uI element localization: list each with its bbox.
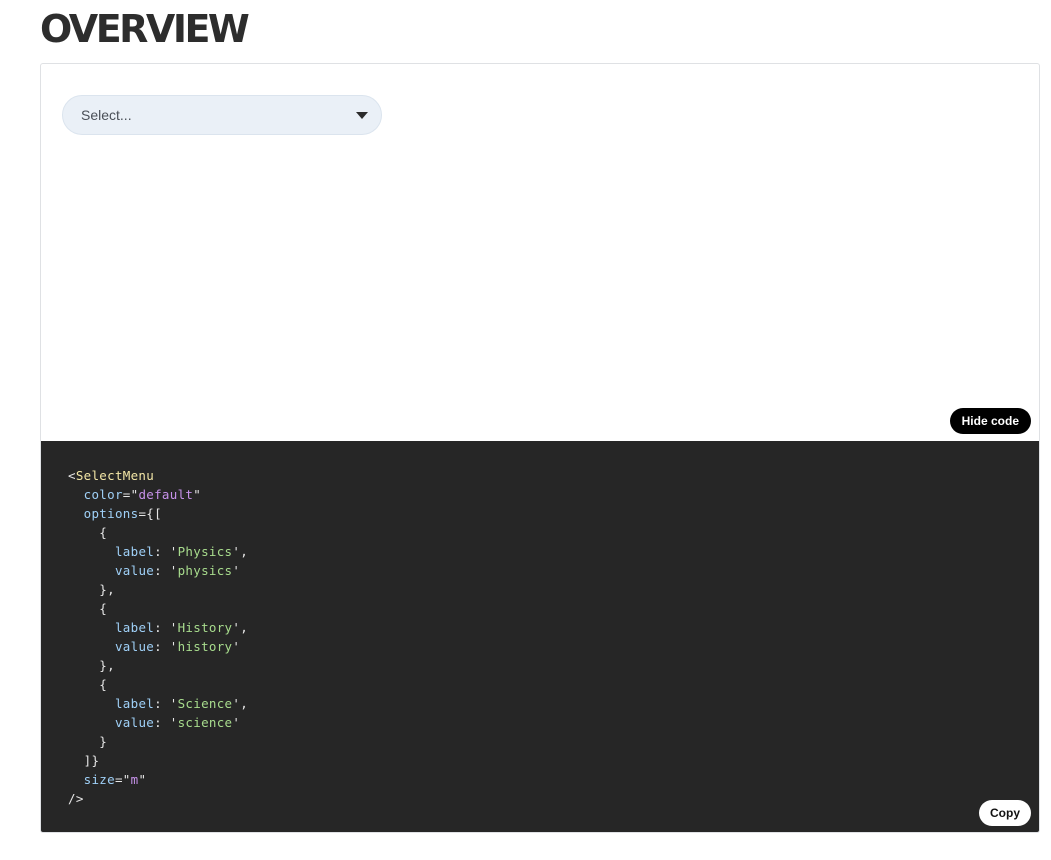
- code-string: history: [177, 639, 233, 654]
- code-component-name: SelectMenu: [75, 468, 155, 483]
- copy-code-button[interactable]: Copy: [979, 800, 1031, 826]
- select-menu[interactable]: Select...: [62, 95, 382, 135]
- code-string: History: [177, 620, 233, 635]
- code-string: physics: [177, 563, 233, 578]
- code-key: label: [114, 696, 155, 711]
- code-key: label: [114, 620, 155, 635]
- code-string: Physics: [177, 544, 233, 559]
- select-placeholder: Select...: [81, 107, 132, 123]
- code-block: <SelectMenu color="default" options={[ {…: [41, 441, 1039, 832]
- code-attr-value: m: [130, 772, 139, 787]
- page-title: OVERVIEW: [40, 7, 250, 51]
- caret-down-icon: [356, 112, 368, 119]
- code-key: value: [114, 715, 155, 730]
- code-key: value: [114, 639, 155, 654]
- code-string: science: [177, 715, 233, 730]
- component-demo-card: Select... Hide code <SelectMenu color="d…: [40, 63, 1040, 833]
- code-attr-name: color: [83, 487, 123, 502]
- code-attr-name: size: [83, 772, 115, 787]
- code-key: value: [114, 563, 155, 578]
- code-attr-name: options: [83, 506, 139, 521]
- hide-code-button[interactable]: Hide code: [949, 408, 1031, 434]
- code-string: Science: [177, 696, 233, 711]
- component-preview: Select... Hide code: [41, 64, 1039, 441]
- code-snippet: <SelectMenu color="default" options={[ {…: [68, 468, 249, 806]
- code-key: label: [114, 544, 155, 559]
- code-attr-value: default: [138, 487, 194, 502]
